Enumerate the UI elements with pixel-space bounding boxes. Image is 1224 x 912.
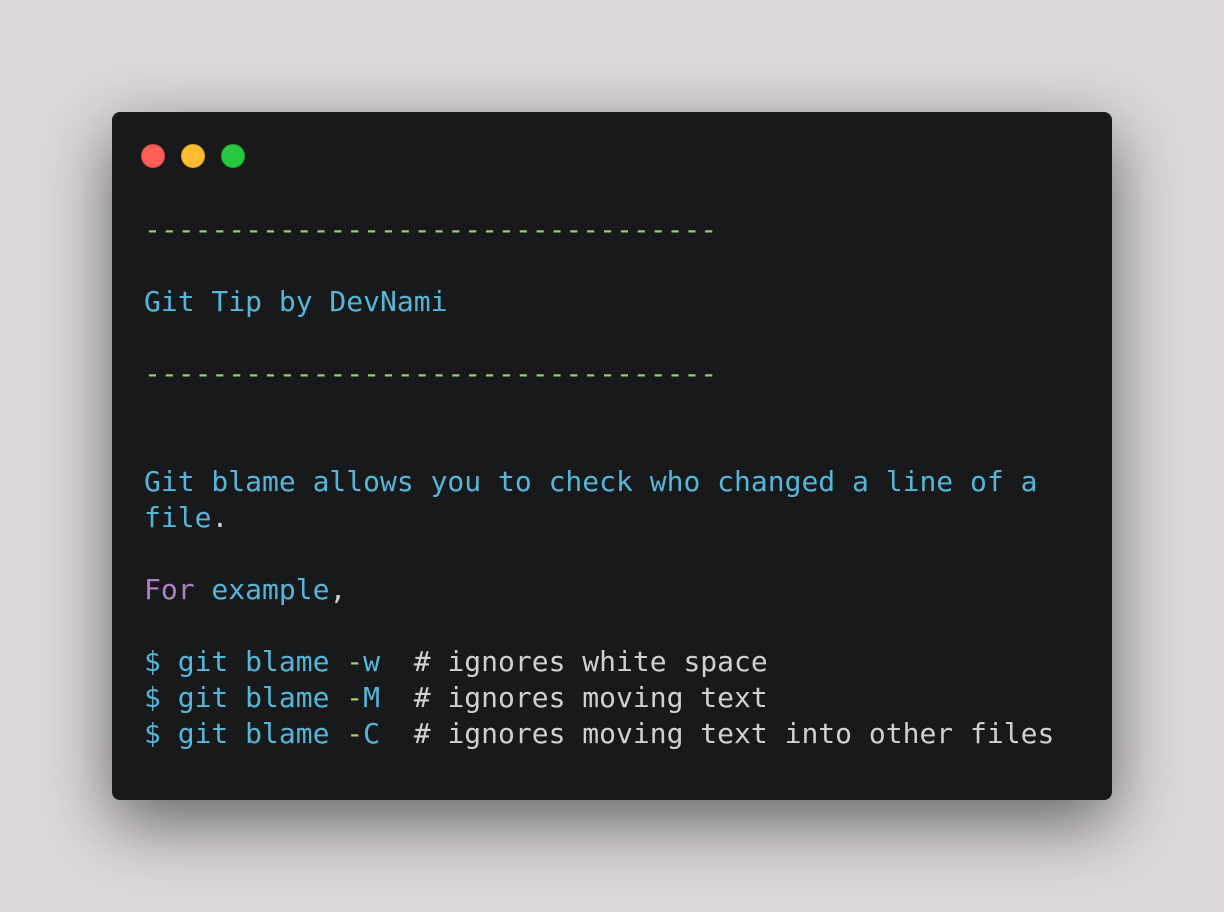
flag-dash: -	[346, 717, 364, 750]
command-line: $ git blame -M # ignores moving text	[144, 680, 1054, 716]
example-word: example	[194, 573, 330, 606]
terminal-window: ---------------------------------- Git Ti…	[112, 112, 1112, 800]
description-line-2: file.	[144, 500, 1054, 536]
command-prompt: $ git blame	[144, 645, 347, 678]
window-controls	[141, 144, 245, 168]
description-word: file	[144, 501, 212, 534]
command-line: $ git blame -w # ignores white space	[144, 644, 1054, 680]
divider-top: ----------------------------------	[144, 213, 718, 246]
example-intro: For example,	[144, 572, 1054, 608]
maximize-button[interactable]	[221, 144, 245, 168]
flag-letter: C	[363, 717, 381, 750]
example-comma: ,	[329, 573, 347, 606]
command-comment: # ignores moving text	[380, 681, 768, 714]
command-prompt: $ git blame	[144, 681, 347, 714]
close-button[interactable]	[141, 144, 165, 168]
command-comment: # ignores white space	[380, 645, 768, 678]
minimize-button[interactable]	[181, 144, 205, 168]
flag-letter: M	[363, 681, 381, 714]
example-keyword: For	[144, 573, 195, 606]
divider-bottom: ----------------------------------	[144, 357, 718, 390]
description-period: .	[211, 501, 229, 534]
command-line: $ git blame -C # ignores moving text int…	[144, 716, 1054, 752]
description-line-1: Git blame allows you to check who change…	[144, 465, 1038, 498]
flag-letter: w	[363, 645, 381, 678]
code-block: ---------------------------------- Git Ti…	[144, 212, 1054, 752]
flag-dash: -	[346, 681, 364, 714]
tip-title: Git Tip by DevNami	[144, 285, 448, 318]
command-comment: # ignores moving text into other files	[380, 717, 1055, 750]
flag-dash: -	[346, 645, 364, 678]
command-prompt: $ git blame	[144, 717, 347, 750]
